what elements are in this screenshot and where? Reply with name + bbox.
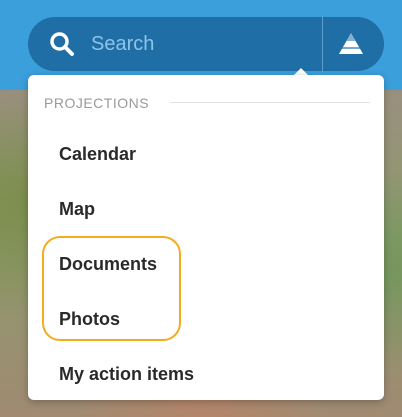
search-icon[interactable] bbox=[48, 30, 76, 58]
menu-item-my-action-items[interactable]: My action items bbox=[59, 364, 194, 385]
menu-item-map[interactable]: Map bbox=[59, 199, 95, 220]
section-divider bbox=[170, 102, 370, 103]
section-title: PROJECTIONS bbox=[44, 95, 150, 111]
app-logo-icon bbox=[339, 33, 363, 54]
search-divider bbox=[322, 17, 323, 71]
search-bar[interactable]: Search bbox=[28, 17, 384, 71]
highlight-annotation bbox=[42, 236, 181, 341]
menu-item-calendar[interactable]: Calendar bbox=[59, 144, 136, 165]
app-menu-button[interactable] bbox=[324, 17, 384, 71]
projections-dropdown: PROJECTIONS Calendar Map Documents Photo… bbox=[28, 75, 384, 400]
search-input[interactable]: Search bbox=[91, 32, 154, 56]
